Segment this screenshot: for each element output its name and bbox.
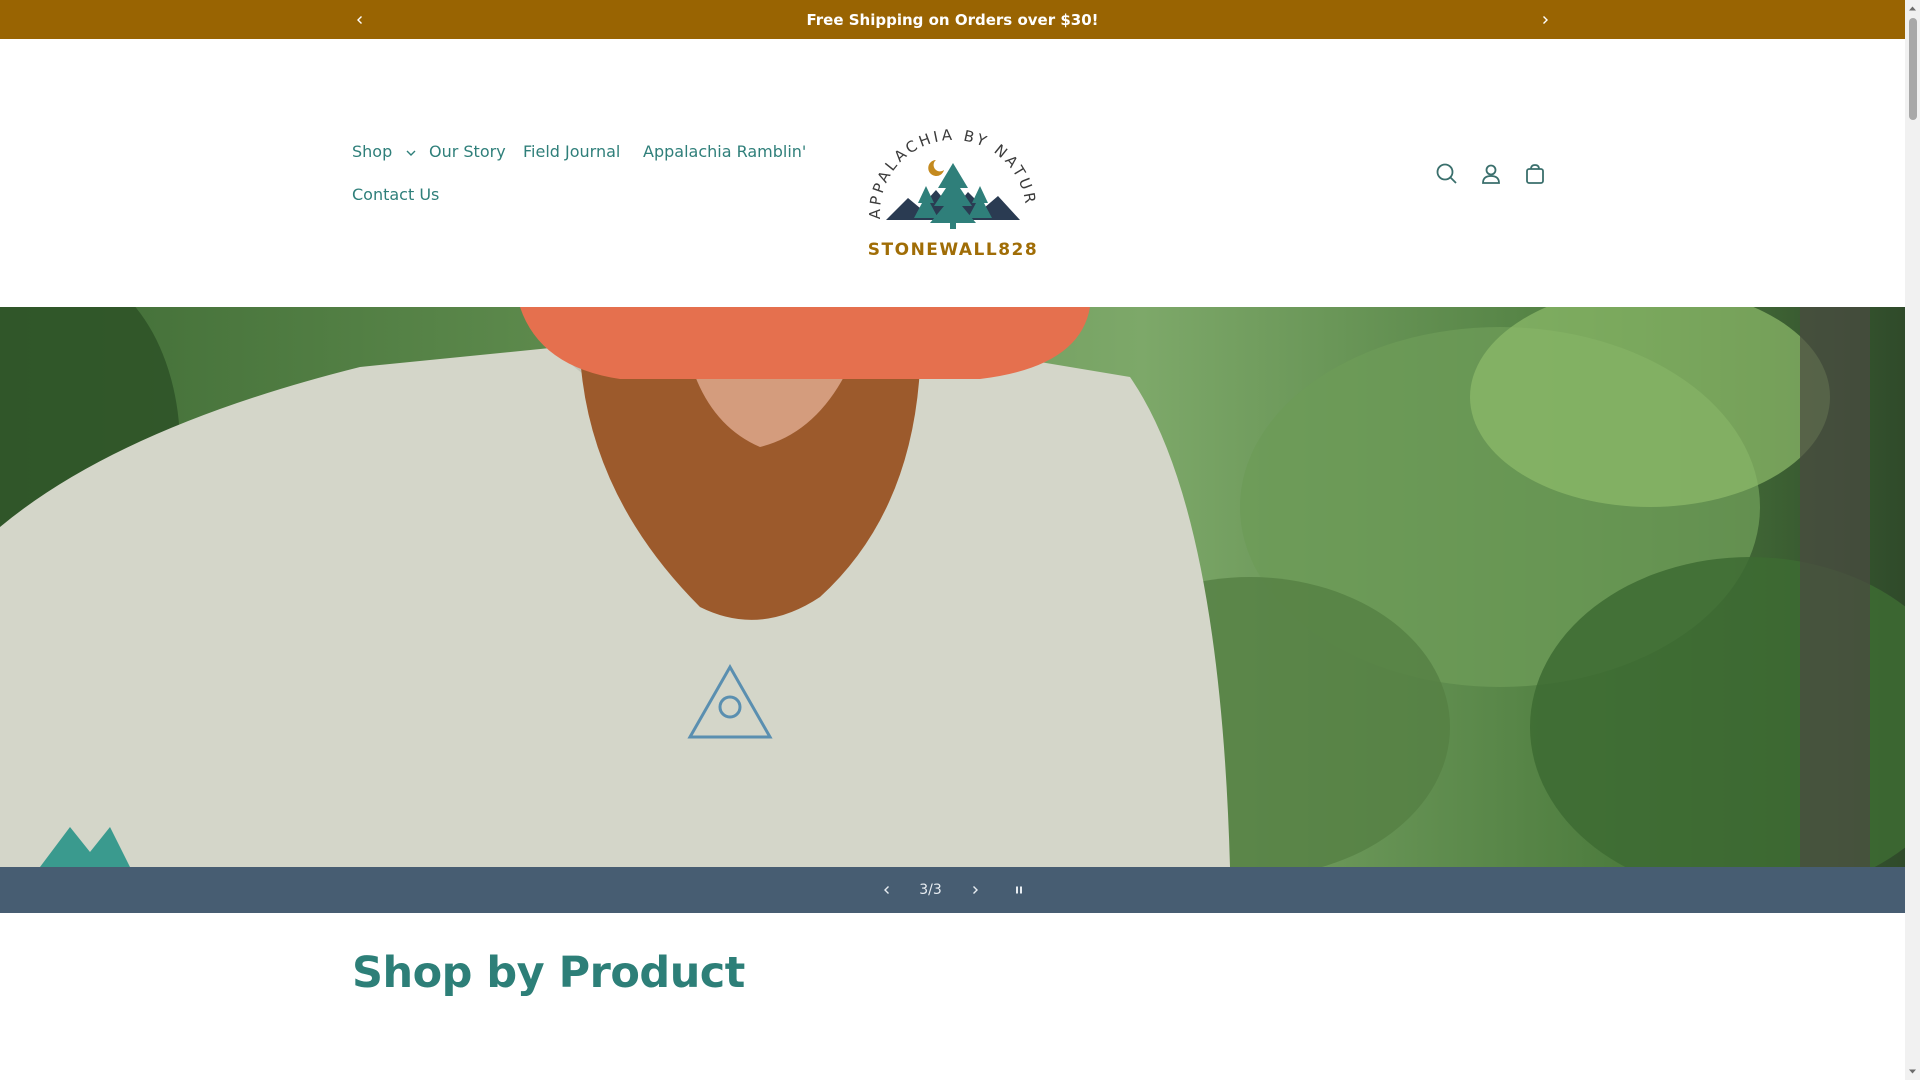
account-icon [1482, 164, 1500, 184]
hero-illustration [0, 307, 1905, 867]
slide-next-button[interactable] [953, 868, 997, 912]
scroll-down-arrow-icon[interactable] [1908, 1067, 1917, 1076]
hero-slide-image [0, 307, 1905, 867]
nav-item-shop[interactable]: Shop [352, 142, 417, 161]
page-scrollbar[interactable] [1905, 0, 1920, 1080]
announcement-bar: Free Shipping on Orders over $30! [0, 0, 1905, 39]
announcement-prev-button[interactable] [349, 9, 371, 31]
site-header: Shop Our Story Field Journal Appalachia … [0, 39, 1905, 307]
nav-item-label: Appalachia Ramblin' [643, 142, 807, 161]
chevron-right-icon [1543, 16, 1548, 24]
account-button[interactable] [1477, 160, 1505, 188]
pause-icon [1015, 886, 1022, 894]
announcement-text: Free Shipping on Orders over $30! [806, 10, 1099, 29]
scrollbar-thumb[interactable] [1909, 18, 1917, 120]
nav-item-label: Contact Us [352, 185, 440, 204]
nav-item-appalachia-ramblin[interactable]: Appalachia Ramblin' [643, 142, 806, 161]
cart-button[interactable] [1521, 160, 1549, 188]
slide-prev-button[interactable] [865, 868, 909, 912]
scroll-up-arrow-icon[interactable] [1908, 4, 1917, 13]
nav-item-label: Shop [352, 142, 393, 161]
chevron-left-icon [883, 886, 889, 894]
slideshow-controls: 3/3 [0, 867, 1905, 913]
chevron-left-icon [357, 16, 362, 24]
slide-counter: 3/3 [919, 882, 942, 898]
chevron-down-icon [406, 150, 416, 156]
shop-by-product-heading: Shop by Product [352, 948, 745, 998]
nav-item-our-story[interactable]: Our Story [429, 142, 506, 161]
nav-item-label: Our Story [429, 142, 506, 161]
nav-item-label: Field Journal [523, 142, 621, 161]
site-logo[interactable]: APPALACHIA BY NATURE STONEWALL828 [852, 94, 1048, 268]
chevron-right-icon [972, 886, 978, 894]
cart-icon [1526, 164, 1544, 184]
slide-pause-button[interactable] [997, 868, 1041, 912]
nav-item-contact-us[interactable]: Contact Us [352, 185, 439, 204]
logo-brand-text: STONEWALL828 [868, 240, 1038, 260]
nav-item-field-journal[interactable]: Field Journal [523, 142, 620, 161]
search-icon [1436, 163, 1457, 184]
search-button[interactable] [1433, 160, 1461, 188]
announcement-next-button[interactable] [1534, 9, 1556, 31]
logo-mark: APPALACHIA BY NATURE STONEWALL828 [852, 94, 1038, 260]
